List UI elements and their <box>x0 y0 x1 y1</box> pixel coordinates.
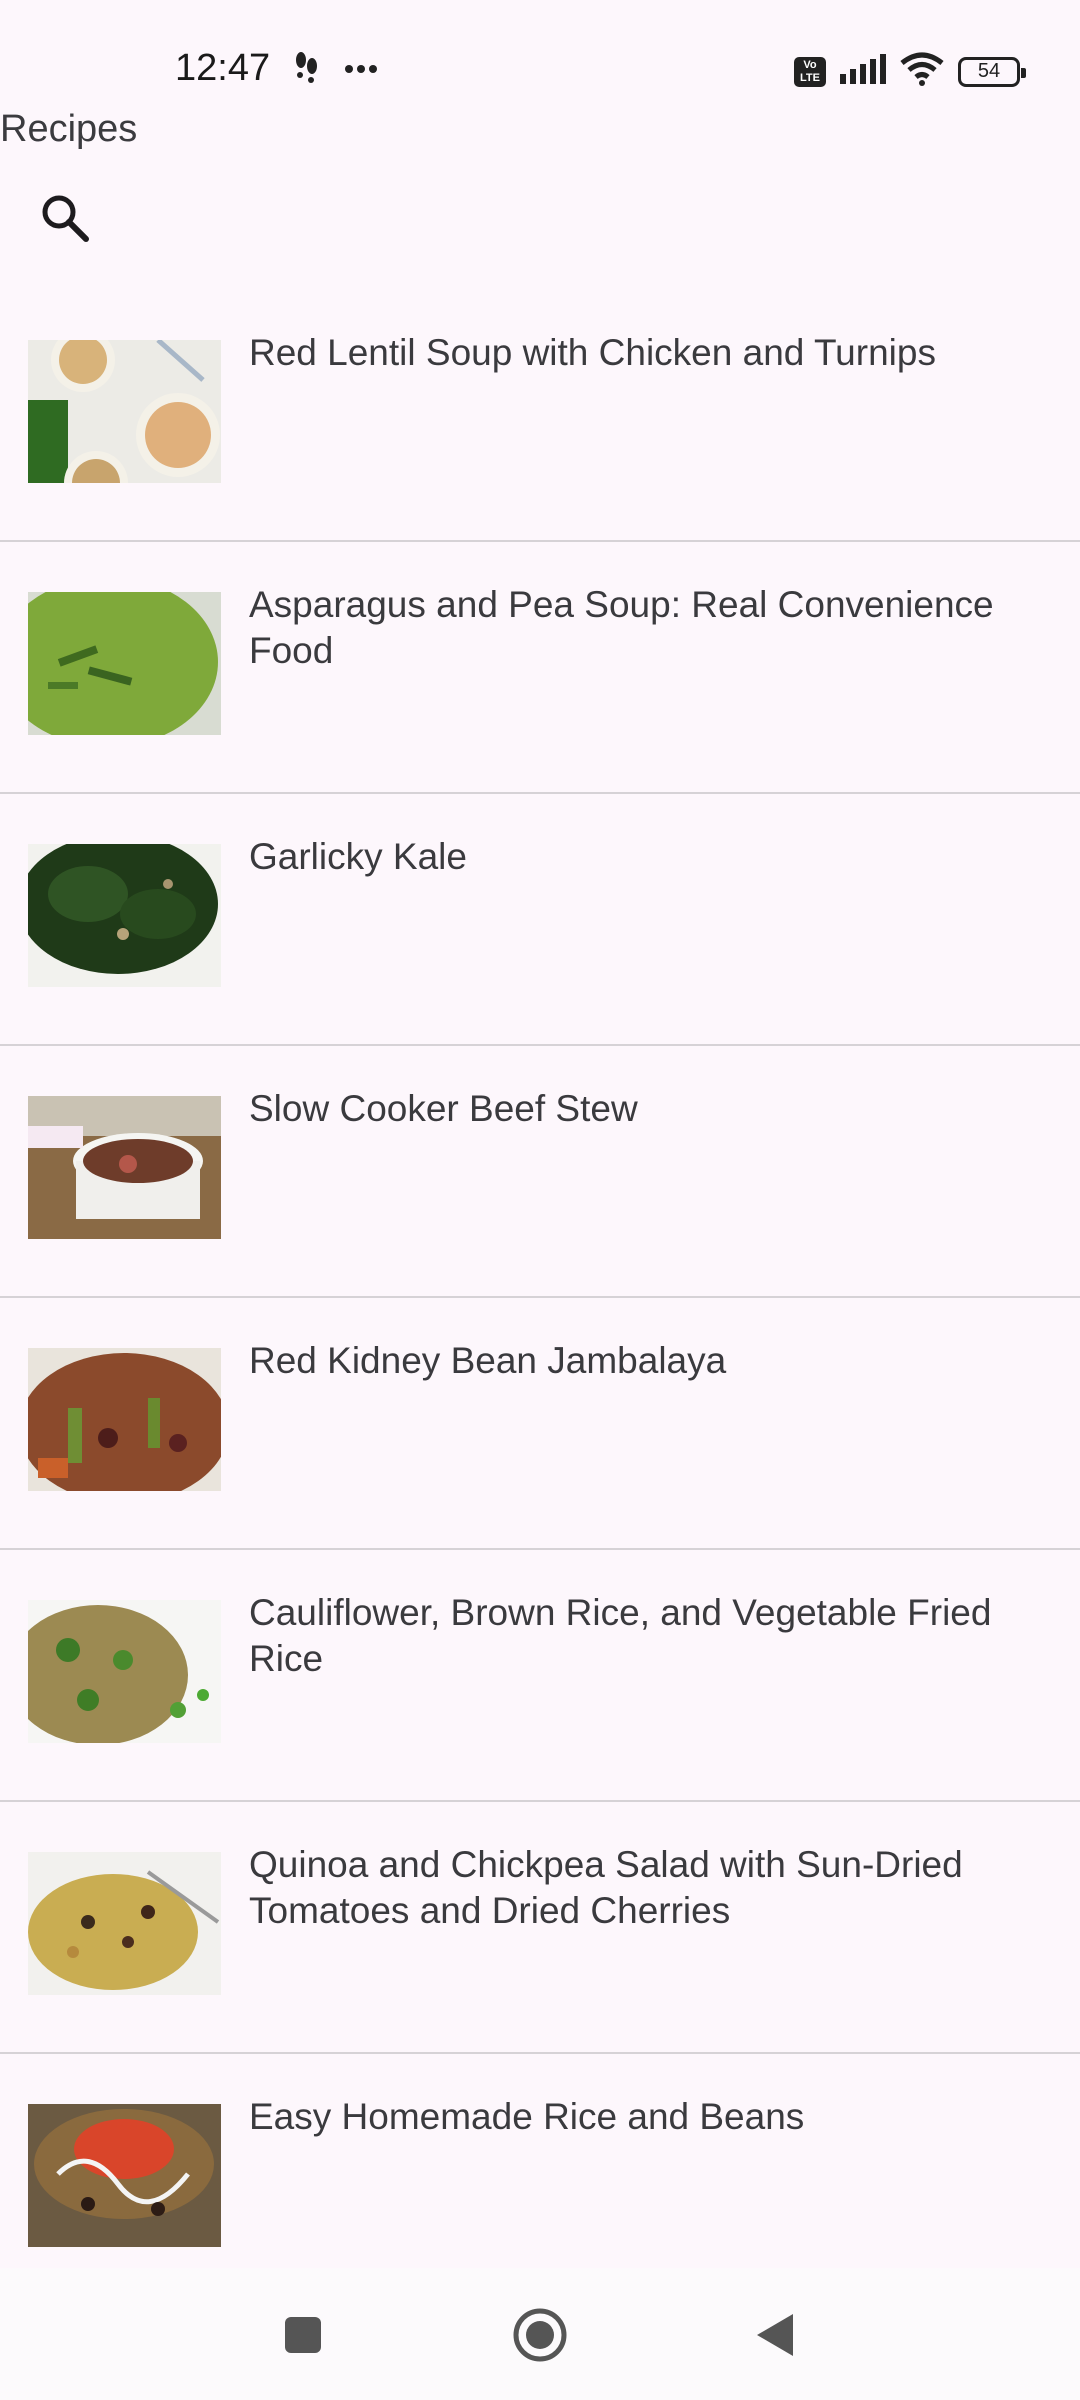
recipe-list-item[interactable]: Easy Homemade Rice and Beans <box>0 2054 1080 2268</box>
battery-icon: 54 <box>958 56 1026 87</box>
status-bar: 12:47 Vo LTE 54 <box>0 0 1080 130</box>
recipe-title: Slow Cooker Beef Stew <box>249 1088 638 1129</box>
recents-button[interactable] <box>268 2302 338 2372</box>
back-button[interactable] <box>740 2302 810 2372</box>
recipe-list-item[interactable]: Red Kidney Bean Jambalaya <box>0 1298 1080 1550</box>
recipe-title: Garlicky Kale <box>249 836 467 877</box>
recipe-list-item[interactable]: Slow Cooker Beef Stew <box>0 1046 1080 1298</box>
recipe-title: Red Kidney Bean Jambalaya <box>249 1340 727 1381</box>
signal-icon <box>840 54 886 89</box>
home-button[interactable] <box>505 2302 575 2372</box>
recipe-title: Asparagus and Pea Soup: Real Convenience… <box>249 584 994 671</box>
search-icon <box>39 192 91 249</box>
recents-square-icon <box>283 2315 323 2360</box>
page-title: Recipes <box>0 108 138 150</box>
recipe-title: Easy Homemade Rice and Beans <box>249 2096 805 2137</box>
wifi-icon <box>900 52 944 91</box>
recipe-list-item[interactable]: Asparagus and Pea Soup: Real Convenience… <box>0 542 1080 794</box>
recipe-list-item[interactable]: Cauliflower, Brown Rice, and Vegetable F… <box>0 1550 1080 1802</box>
search-button[interactable] <box>30 185 100 255</box>
recipe-list[interactable]: Red Lentil Soup with Chicken and Turnips… <box>0 290 1080 2268</box>
rice-beans-image <box>28 2104 221 2247</box>
recipe-list-item[interactable]: Quinoa and Chickpea Salad with Sun-Dried… <box>0 1802 1080 2054</box>
beef-stew-image <box>28 1096 221 1239</box>
footprints-icon <box>290 50 324 89</box>
recipe-list-item[interactable]: Garlicky Kale <box>0 794 1080 1046</box>
back-triangle-icon <box>755 2312 795 2363</box>
system-nav-bar <box>0 2268 1080 2400</box>
recipe-title: Quinoa and Chickpea Salad with Sun-Dried… <box>249 1844 963 1931</box>
recipe-title: Red Lentil Soup with Chicken and Turnips <box>249 332 936 373</box>
recipe-list-item[interactable]: Red Lentil Soup with Chicken and Turnips <box>0 290 1080 542</box>
status-left-icons <box>290 50 378 89</box>
soup-bowls-image <box>28 340 221 483</box>
kale-image <box>28 844 221 987</box>
green-soup-image <box>28 592 221 735</box>
jambalaya-image <box>28 1348 221 1491</box>
more-dots-icon <box>344 61 378 79</box>
fried-rice-image <box>28 1600 221 1743</box>
recipe-title: Cauliflower, Brown Rice, and Vegetable F… <box>249 1592 992 1679</box>
status-time: 12:47 <box>175 47 271 89</box>
volte-icon: Vo LTE <box>794 56 826 87</box>
home-circle-icon <box>511 2306 569 2369</box>
quinoa-salad-image <box>28 1852 221 1995</box>
status-right-icons: Vo LTE 54 <box>794 52 1026 91</box>
